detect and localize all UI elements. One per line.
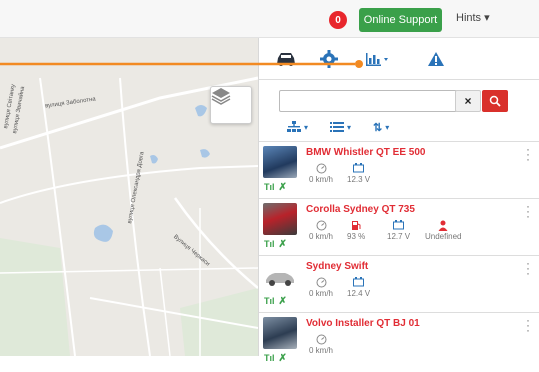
- speed-metric: 0 km/h: [309, 219, 333, 241]
- warning-icon: [428, 52, 444, 66]
- vehicle-panel: × ▾ ▾ ⇅ ▾ BMW Whistler QT EE 500 · · · T…: [258, 38, 539, 364]
- voltage-metric: 12.7 V: [387, 219, 410, 241]
- voltage-metric: 12.3 V: [347, 162, 370, 184]
- speed-value: 0 km/h: [309, 289, 334, 298]
- list-item[interactable]: Corolla Sydney QT 735 · · · Tıl ✗ 0 km/h 9…: [259, 198, 539, 255]
- caret-down-icon: ▾: [347, 122, 352, 132]
- speed-value: 0 km/h: [309, 175, 334, 184]
- layers-icon: [211, 88, 231, 105]
- more-options-icon[interactable]: · · ·: [526, 314, 530, 336]
- fuel-metric: 93 %: [347, 219, 365, 241]
- driver-icon: [425, 219, 461, 231]
- vehicle-name[interactable]: Volvo Installer QT BJ 01: [306, 318, 420, 329]
- signal-icon: Tıl: [264, 353, 275, 363]
- status-icons: Tıl ✗: [264, 239, 287, 250]
- speedometer-icon: [309, 333, 333, 345]
- notification-badge[interactable]: 0: [329, 11, 347, 29]
- signal-icon: Tıl: [264, 182, 275, 192]
- vehicle-list: BMW Whistler QT EE 500 · · · Tıl ✗ 0 km/h …: [259, 141, 539, 372]
- tab-alerts[interactable]: [419, 44, 453, 74]
- signal-icon: Tıl: [264, 296, 275, 306]
- annotation-arrow: [0, 60, 363, 68]
- more-options-icon[interactable]: · · ·: [526, 143, 530, 165]
- speedometer-icon: [309, 276, 333, 288]
- driver-value: Undefined: [425, 232, 462, 241]
- list-item[interactable]: BMW Whistler QT EE 500 · · · Tıl ✗ 0 km/h …: [259, 141, 539, 198]
- list-item[interactable]: Volvo Installer QT BJ 01 · · · Tıl ✗ 0 km/…: [259, 312, 539, 372]
- speedometer-icon: [309, 219, 333, 231]
- status-icons: Tıl ✗: [264, 296, 287, 307]
- sort-icon: ⇅: [373, 121, 383, 134]
- caret-down-icon: ▾: [385, 122, 390, 132]
- battery-icon: [387, 219, 410, 231]
- battery-icon: [347, 276, 370, 288]
- fuel-pump-icon: [347, 219, 365, 231]
- voltage-value: 12.3 V: [347, 175, 371, 184]
- satellite-icon: ✗: [278, 239, 287, 250]
- satellite-icon: ✗: [278, 353, 287, 364]
- map-layers-button[interactable]: [210, 86, 252, 124]
- voltage-value: 12.7 V: [387, 232, 411, 241]
- voltage-value: 12.4 V: [347, 289, 371, 298]
- vehicle-search-input[interactable]: [279, 90, 457, 112]
- list-item[interactable]: Sydney Swift · · · Tıl ✗ 0 km/h 12.4 V: [259, 255, 539, 312]
- vehicle-thumbnail: [263, 146, 297, 178]
- speedometer-icon: [309, 162, 333, 174]
- list-toolbar: ▾ ▾ ⇅ ▾: [287, 118, 389, 136]
- hints-label: Hints: [456, 12, 482, 24]
- top-bar: 0 Online Support Hints ▾: [0, 0, 539, 38]
- speed-metric: 0 km/h: [309, 162, 333, 184]
- driver-metric: Undefined: [425, 219, 461, 241]
- status-icons: Tıl ✗: [264, 353, 287, 364]
- status-icons: Tıl ✗: [264, 182, 287, 193]
- more-options-icon[interactable]: · · ·: [526, 257, 530, 279]
- list-view-button[interactable]: ▾: [330, 121, 351, 133]
- map-view[interactable]: вулиця Заболотна вулиця Свiтанку вулиця …: [0, 38, 258, 356]
- vehicle-thumbnail: [263, 203, 297, 235]
- speed-value: 0 km/h: [309, 346, 334, 355]
- satellite-icon: ✗: [278, 182, 287, 193]
- search-icon: [489, 95, 501, 107]
- vehicle-name[interactable]: Corolla Sydney QT 735: [306, 204, 415, 215]
- vehicle-thumbnail: [263, 317, 297, 349]
- online-support-button[interactable]: Online Support: [359, 8, 442, 32]
- vehicle-name[interactable]: BMW Whistler QT EE 500: [306, 147, 425, 158]
- vehicle-name[interactable]: Sydney Swift: [306, 261, 368, 272]
- clear-search-button[interactable]: ×: [455, 90, 481, 112]
- sort-button[interactable]: ⇅ ▾: [373, 121, 389, 134]
- group-tree-button[interactable]: ▾: [287, 121, 308, 133]
- list-icon: [330, 122, 345, 132]
- hierarchy-icon: [287, 121, 301, 132]
- speed-value: 0 km/h: [309, 232, 334, 241]
- satellite-icon: ✗: [278, 296, 287, 307]
- battery-icon: [347, 162, 370, 174]
- vehicle-thumbnail: [263, 260, 297, 292]
- signal-icon: Tıl: [264, 239, 275, 249]
- voltage-metric: 12.4 V: [347, 276, 370, 298]
- speed-metric: 0 km/h: [309, 333, 333, 355]
- caret-down-icon: ▾: [304, 122, 309, 132]
- speed-metric: 0 km/h: [309, 276, 333, 298]
- more-options-icon[interactable]: · · ·: [526, 200, 530, 222]
- search-button[interactable]: [482, 90, 508, 112]
- panel-tabs: [259, 38, 539, 80]
- hints-dropdown[interactable]: Hints ▾: [456, 11, 490, 24]
- fuel-value: 93 %: [347, 232, 366, 241]
